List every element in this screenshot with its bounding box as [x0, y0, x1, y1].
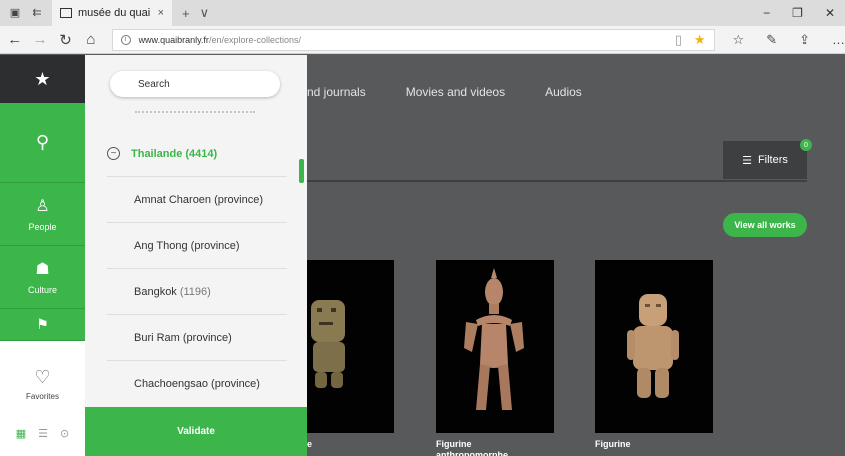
more-icon[interactable]: …	[832, 32, 845, 48]
nav-star-item[interactable]: ★	[0, 55, 85, 103]
favorites-hub-icon[interactable]: ☆	[733, 32, 745, 48]
filter-search-input[interactable]: Search	[110, 71, 280, 97]
artwork-caption: Figurine anthropomorphe	[436, 439, 508, 456]
filter-item-label: Ang Thong (province)	[134, 239, 240, 252]
site-info-icon[interactable]: i	[120, 34, 131, 45]
url-path: /en/explore-collections/	[208, 34, 301, 45]
nav-people-item[interactable]: ♙ People	[0, 183, 85, 246]
tab-audios[interactable]: Audios	[545, 85, 582, 99]
close-window-icon[interactable]: ✕	[825, 6, 835, 20]
artwork-caption: e	[307, 439, 313, 449]
grid-view-icon[interactable]: ▦	[16, 427, 26, 440]
collapse-minus-icon[interactable]: −	[107, 147, 120, 160]
filter-item-selected[interactable]: − Thailande (4414)	[107, 131, 287, 177]
pen-notes-icon[interactable]: ✎	[766, 32, 777, 48]
nav-culture-label: Culture	[27, 285, 57, 295]
artwork-image	[307, 260, 394, 433]
flag-icon: ⚑	[36, 316, 49, 332]
filter-panel: Search − Thailande (4414) Amnat Charoen …	[85, 55, 307, 456]
nav-flag-item[interactable]: ⚑	[0, 309, 85, 341]
artwork-card[interactable]	[307, 260, 394, 433]
filter-item[interactable]: Chachoengsao (province)	[107, 361, 287, 407]
filter-item-label: Amnat Charoen (province)	[134, 193, 264, 206]
maximize-icon[interactable]: ❐	[792, 6, 803, 20]
tab-actions-icon[interactable]: ▣	[8, 6, 22, 20]
tab-movies-videos[interactable]: Movies and videos	[406, 85, 505, 99]
minimize-icon[interactable]: −	[763, 6, 770, 20]
filter-item-label: Bangkok	[134, 285, 177, 298]
filter-scrollbar-thumb[interactable]	[299, 159, 304, 183]
tab-journals[interactable]: nd journals	[307, 85, 366, 99]
tab-menu-chevron-icon[interactable]: ∨	[200, 5, 210, 21]
browser-tools: ☆ ✎ ⇪ …	[733, 32, 845, 48]
nav-culture-item[interactable]: ☗ Culture	[0, 246, 85, 309]
filter-item[interactable]: Amnat Charoen (province)	[107, 177, 287, 223]
mask-icon: ☗	[35, 261, 50, 278]
artwork-caption: Figurine	[595, 439, 631, 449]
reading-view-icon[interactable]: ▯	[675, 32, 682, 48]
url-host: www.quaibranly.fr	[138, 34, 209, 45]
validate-button[interactable]: Validate	[85, 407, 307, 456]
star-icon: ★	[34, 68, 51, 89]
artwork-image	[595, 260, 713, 433]
address-toolbar: ← → ↻ ⌂ i www.quaibranly.fr/en/explore-c…	[0, 26, 845, 54]
browser-tab[interactable]: musée du quai Branly - ×	[52, 0, 172, 26]
map-view-icon[interactable]: ⊙	[60, 427, 69, 440]
home-icon[interactable]: ⌂	[80, 31, 101, 48]
favorite-star-icon[interactable]: ★	[694, 32, 706, 48]
filter-item[interactable]: Buri Ram (province)	[107, 315, 287, 361]
filters-label: Filters	[757, 154, 788, 166]
person-icon: ♙	[35, 198, 50, 215]
artwork-card[interactable]	[436, 260, 554, 433]
filter-item[interactable]: Bangkok (1196)	[107, 269, 287, 315]
tab-title: musée du quai Branly -	[78, 7, 154, 19]
page-content: ★ ⚲ ♙ People ☗ Culture ⚑ ♡ Favorites ▦ ☰…	[0, 55, 845, 456]
window-controls: − ❐ ✕	[763, 6, 845, 20]
left-navigation: ★ ⚲ ♙ People ☗ Culture ⚑ ♡ Favorites ▦ ☰…	[0, 55, 85, 456]
new-tab-icon[interactable]: +	[182, 6, 190, 21]
search-icon: ⚲	[35, 132, 50, 152]
nav-favorites-label: Favorites	[26, 392, 59, 401]
filters-count-badge: 0	[800, 139, 812, 151]
tab-favicon-icon	[60, 8, 72, 18]
refresh-icon[interactable]: ↻	[55, 31, 76, 49]
partial-list-item	[135, 105, 255, 117]
view-all-works-button[interactable]: View all works	[723, 213, 807, 237]
nav-search-item[interactable]: ⚲	[0, 103, 85, 183]
collection-tabs: nd journals Movies and videos Audios	[307, 85, 582, 99]
share-icon[interactable]: ⇪	[799, 32, 810, 48]
heart-plus-icon: ♡	[34, 367, 51, 387]
artwork-image	[436, 260, 554, 433]
filter-item-count: (1196)	[179, 285, 211, 298]
view-mode-switcher: ▦ ☰ ⊙	[0, 427, 85, 440]
filter-item-label: Chachoengsao (province)	[134, 378, 260, 390]
nav-favorites-item[interactable]: ♡ Favorites	[0, 355, 85, 413]
filter-item-count: (4414)	[185, 147, 218, 160]
back-tabs-icon[interactable]: ⇇	[30, 6, 44, 20]
filter-lines-icon: ☰	[742, 154, 752, 167]
back-arrow-icon[interactable]: ←	[4, 31, 25, 48]
url-field[interactable]: i www.quaibranly.fr/en/explore-collectio…	[111, 28, 715, 51]
tab-close-icon[interactable]: ×	[158, 7, 164, 19]
filter-item-label: Thailande	[131, 147, 183, 160]
filter-item-label: Buri Ram (province)	[134, 331, 232, 344]
nav-people-label: People	[28, 222, 57, 232]
filters-button[interactable]: ☰ Filters	[723, 141, 807, 179]
list-view-icon[interactable]: ☰	[38, 427, 48, 440]
forward-arrow-icon[interactable]: →	[29, 31, 50, 48]
filter-item[interactable]: Ang Thong (province)	[107, 223, 287, 269]
browser-tab-bar: ▣ ⇇ musée du quai Branly - × + ∨ − ❐ ✕	[0, 0, 845, 26]
artwork-card[interactable]	[595, 260, 713, 433]
divider	[307, 180, 807, 182]
